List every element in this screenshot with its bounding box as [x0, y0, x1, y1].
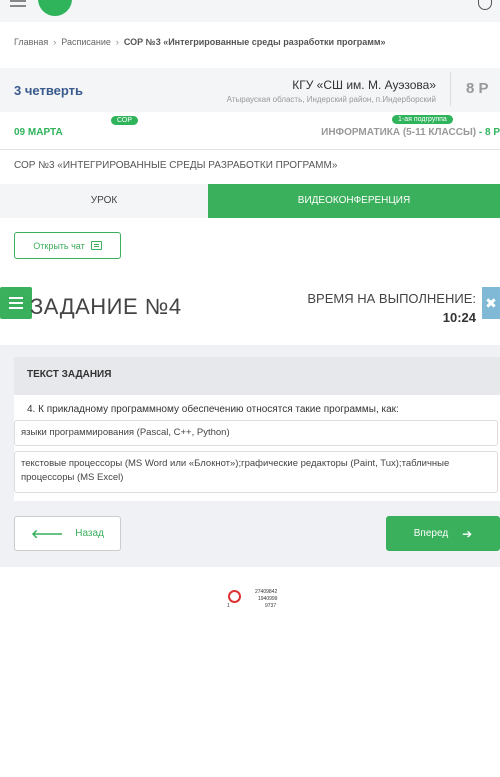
task-text-label: ТЕКСТ ЗАДАНИЯ — [27, 369, 112, 380]
stamp-number: 9737 — [265, 603, 277, 609]
divider — [0, 149, 500, 150]
logo — [38, 0, 72, 16]
question-text: 4. К прикладному программному обеспечени… — [27, 404, 399, 415]
subgroup-badge: 1-ая подгруппа — [392, 115, 453, 124]
subject-grade: 8 Р — [484, 127, 500, 138]
task-title: ЗАДАНИЕ №4 — [30, 294, 182, 319]
menu-icon[interactable] — [10, 0, 26, 10]
breadcrumb: Главная › Расписание › СОР №3 «Интегрированн… — [14, 37, 386, 47]
lesson-date: 09 МАРТА — [14, 127, 63, 138]
subject-name: ИНФОРМАТИКА (5-11 КЛАССЫ) — [321, 127, 477, 138]
chat-icon — [90, 241, 102, 250]
stamp-number: 1940999 — [258, 596, 278, 602]
close-icon[interactable]: ✖ — [482, 287, 500, 319]
breadcrumb-schedule[interactable]: Расписание — [61, 37, 111, 47]
circle-icon — [228, 590, 241, 603]
next-label: Вперед — [413, 528, 449, 539]
lesson-subject: ИНФОРМАТИКА (5-11 КЛАССЫ) - 8 Р — [321, 127, 500, 138]
answer-option[interactable]: языки программирования (Pascal, C++, Pyt… — [14, 420, 498, 446]
breadcrumb-current: СОР №3 «Интегрированные среды разработки… — [123, 37, 386, 47]
time-remaining: 10:24 — [442, 310, 476, 325]
open-chat-button[interactable]: Открыть чат — [14, 232, 121, 259]
chevron-right-icon: › — [115, 37, 119, 47]
arrow-right-icon: ➔ — [462, 526, 473, 541]
school-address: Атырауская область, Индерский район, п.И… — [226, 95, 436, 104]
footer-stamp: 27409842 1940999 9737 1 — [225, 588, 291, 614]
next-button[interactable]: Вперед ➔ — [386, 516, 500, 551]
tab-videoconference[interactable]: ВИДЕОКОНФЕРЕНЦИЯ — [208, 184, 500, 218]
stamp-number: 27409842 — [255, 589, 278, 595]
breadcrumb-home[interactable]: Главная — [14, 37, 48, 47]
lesson-title: СОР №3 «ИНТЕГРИРОВАННЫЕ СРЕДЫ РАЗРАБОТКИ… — [14, 160, 338, 171]
sor-badge: СОР — [111, 116, 139, 125]
user-icon[interactable] — [478, 0, 492, 10]
stamp-number: 1 — [227, 603, 230, 609]
subject-separator: - — [476, 127, 485, 138]
school-name: КГУ «СШ им. М. Ауэзова» — [292, 78, 436, 92]
grade-label: 8 Р — [466, 80, 489, 97]
chevron-right-icon: › — [53, 37, 57, 47]
back-button[interactable]: 🡐 Назад — [14, 516, 121, 551]
answer-option[interactable]: текстовые процессоры (MS Word или «Блокн… — [14, 451, 498, 493]
arrow-left-icon: 🡐 — [31, 527, 64, 541]
tab-lesson[interactable]: УРОК — [0, 184, 208, 218]
open-chat-label: Открыть чат — [33, 240, 85, 251]
top-bar — [0, 0, 500, 22]
divider — [450, 72, 451, 106]
back-label: Назад — [75, 528, 104, 539]
hamburger-menu-icon[interactable] — [0, 287, 32, 319]
quarter-label: 3 четверть — [14, 83, 83, 98]
time-label: ВРЕМЯ НА ВЫПОЛНЕНИЕ: — [307, 291, 476, 306]
